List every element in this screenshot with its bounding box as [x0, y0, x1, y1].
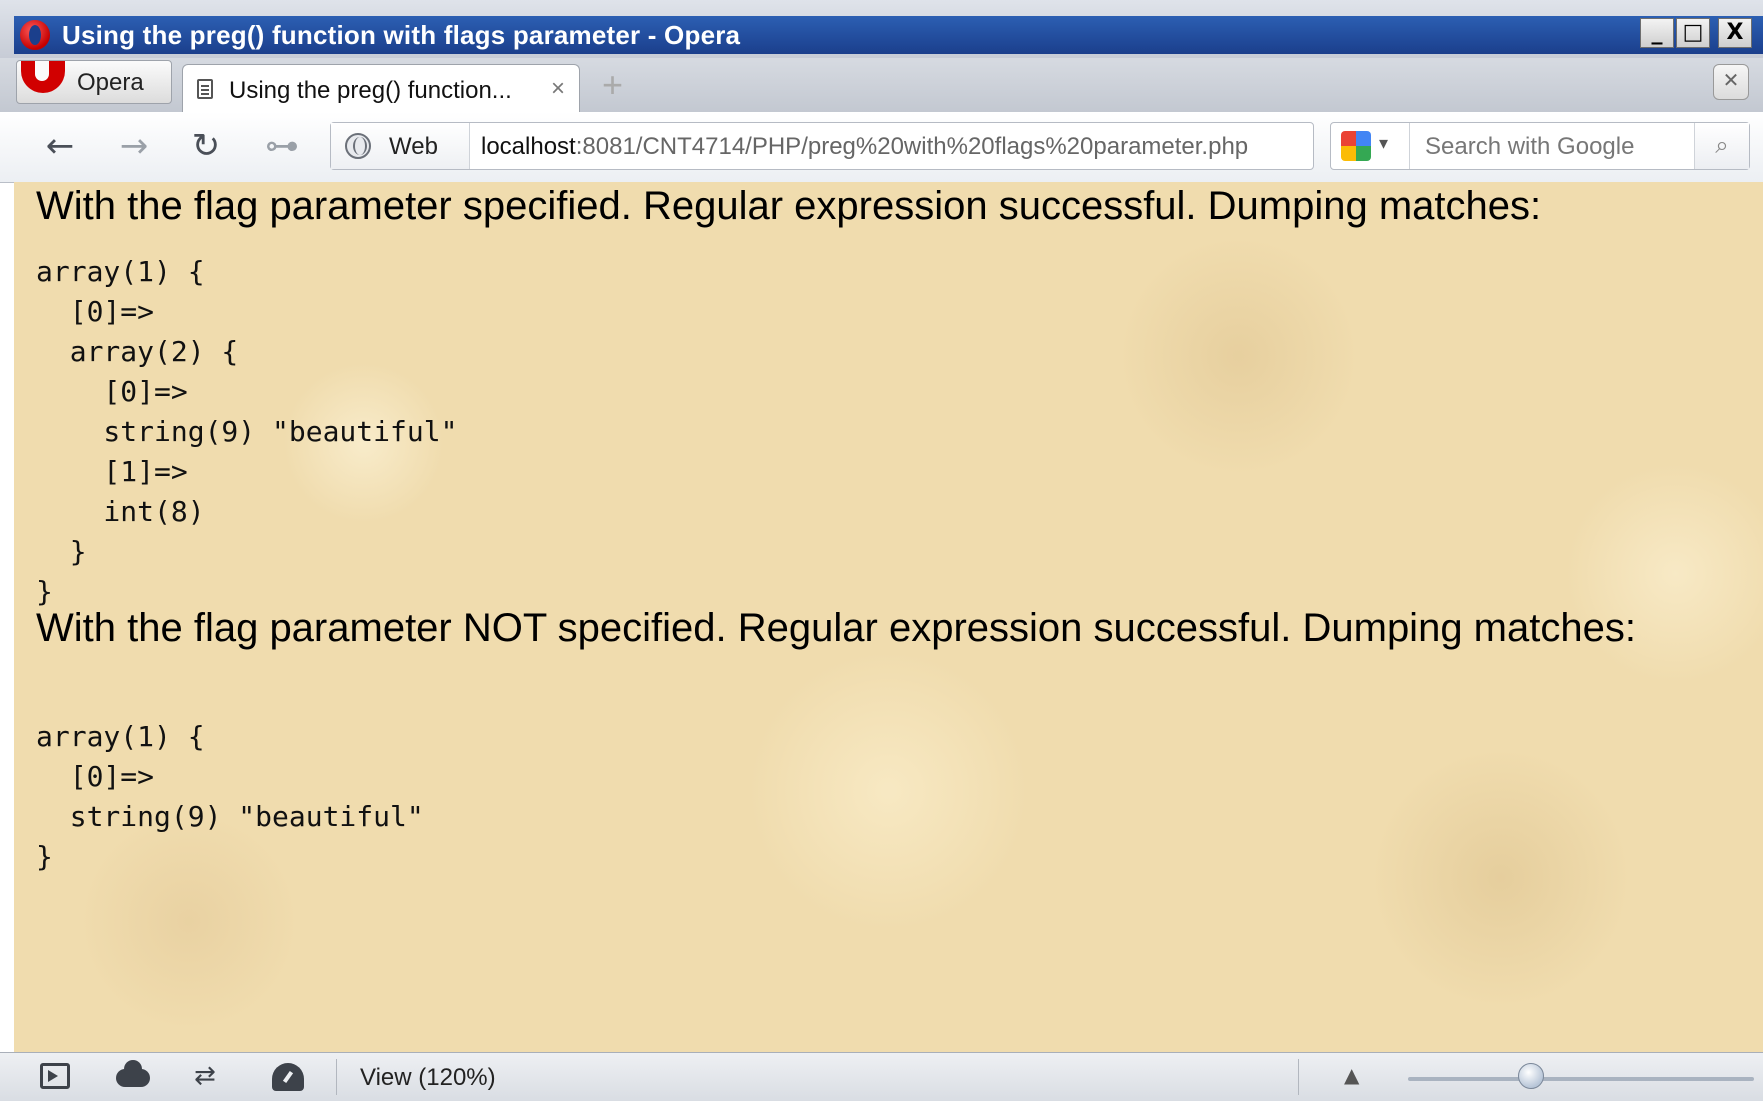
tab-bar: Opera Using the preg() function... × + ✕: [0, 58, 1763, 114]
tab-close-icon[interactable]: ×: [551, 75, 565, 103]
zoom-slider-track[interactable]: [1408, 1077, 1754, 1081]
status-divider: [336, 1059, 337, 1095]
opera-logo-icon: [20, 20, 50, 50]
url-host: localhost: [481, 133, 576, 160]
reload-icon[interactable]: ↻: [186, 126, 226, 166]
tab-label: Using the preg() function...: [229, 77, 512, 104]
url-field[interactable]: localhost:8081/CNT4714/PHP/preg%20with%2…: [481, 133, 1248, 161]
flag-specified-dump: array(1) { [0]=> array(2) { [0]=> string…: [36, 255, 458, 608]
tab-active[interactable]: Using the preg() function... ×: [182, 64, 580, 114]
search-icon[interactable]: ⌕: [1694, 123, 1749, 169]
opera-menu-button[interactable]: Opera: [16, 60, 172, 104]
wand-key-icon[interactable]: ⊶: [262, 126, 302, 166]
closed-tabs-icon[interactable]: ✕: [1713, 64, 1749, 100]
turbo-icon[interactable]: [272, 1063, 304, 1091]
opera-link-icon[interactable]: ⇄: [194, 1063, 224, 1089]
web-label: Web: [389, 133, 438, 160]
close-button[interactable]: X: [1718, 18, 1752, 48]
window-title: Using the preg() function with flags par…: [62, 20, 741, 50]
status-divider: [1298, 1059, 1299, 1095]
site-info-button[interactable]: Web: [331, 123, 470, 169]
page-content: With the flag parameter specified. Regul…: [14, 182, 1763, 1052]
address-bar[interactable]: Web localhost:8081/CNT4714/PHP/preg%20wi…: [330, 122, 1314, 170]
status-bar: ⇄ View (120%) ▲: [0, 1052, 1763, 1101]
globe-icon: [345, 133, 371, 159]
zoom-slider-thumb[interactable]: [1518, 1063, 1544, 1089]
flag-not-specified-dump: array(1) { [0]=> string(9) "beautiful" }: [36, 720, 424, 873]
zoom-up-icon[interactable]: ▲: [1344, 1063, 1359, 1087]
new-tab-icon[interactable]: +: [602, 67, 623, 103]
panel-toggle-icon[interactable]: [40, 1063, 70, 1089]
navigation-bar: ← → ↻ ⊶ Web localhost:8081/CNT4714/PHP/p…: [0, 112, 1763, 183]
forward-icon[interactable]: →: [114, 126, 154, 166]
flag-specified-heading: With the flag parameter specified. Regul…: [36, 184, 1542, 228]
zoom-view-label[interactable]: View (120%): [360, 1064, 496, 1092]
flag-not-specified-heading: With the flag parameter NOT specified. R…: [36, 606, 1636, 650]
minimize-button[interactable]: _: [1640, 18, 1674, 48]
opera-unite-icon[interactable]: [116, 1060, 150, 1087]
url-path: :8081/CNT4714/PHP/preg%20with%20flags%20…: [575, 133, 1249, 160]
search-input[interactable]: Search with Google: [1425, 133, 1634, 161]
page-icon: [197, 79, 213, 99]
opera-menu-logo-icon: [21, 61, 65, 93]
maximize-button[interactable]: □: [1676, 18, 1710, 48]
opera-menu-label: Opera: [77, 69, 144, 96]
search-divider: [1409, 123, 1410, 169]
back-icon[interactable]: ←: [40, 126, 80, 166]
google-icon[interactable]: [1341, 131, 1371, 161]
window-title-bar: Using the preg() function with flags par…: [0, 0, 1763, 59]
search-engine-dropdown-icon[interactable]: ▾: [1379, 133, 1388, 154]
search-box[interactable]: ▾ Search with Google ⌕: [1330, 122, 1750, 170]
